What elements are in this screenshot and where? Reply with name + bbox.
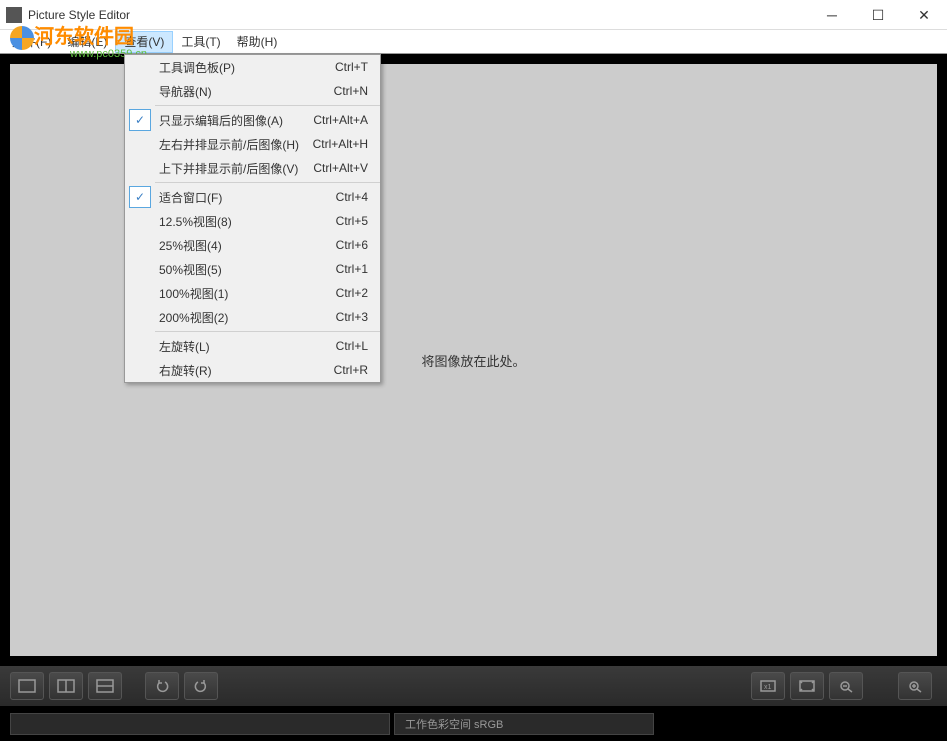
menu-item-shortcut: Ctrl+Alt+H — [313, 137, 368, 151]
menu-item-label: 适合窗口(F) — [159, 189, 222, 206]
check-icon: ✓ — [129, 109, 151, 131]
menu-item-3[interactable]: ✓ 只显示编辑后的图像(A) Ctrl+Alt+A — [125, 108, 380, 132]
zoom-in-button[interactable] — [898, 672, 932, 700]
menu-file[interactable]: 文件(F) — [4, 31, 59, 53]
maximize-button[interactable]: ☐ — [855, 0, 901, 30]
menu-separator — [155, 105, 380, 106]
menu-item-shortcut: Ctrl+1 — [336, 262, 368, 276]
menubar: 文件(F) 编辑(E) 查看(V) 工具(T) 帮助(H) — [0, 30, 947, 54]
menu-tools[interactable]: 工具(T) — [173, 31, 228, 53]
menu-item-label: 导航器(N) — [159, 83, 212, 100]
menu-item-label: 只显示编辑后的图像(A) — [159, 112, 283, 129]
menu-help[interactable]: 帮助(H) — [229, 31, 286, 53]
menu-separator — [155, 182, 380, 183]
menu-item-15[interactable]: 右旋转(R) Ctrl+R — [125, 358, 380, 382]
menu-item-shortcut: Ctrl+5 — [336, 214, 368, 228]
svg-text:x1: x1 — [764, 684, 772, 691]
menu-item-shortcut: Ctrl+T — [335, 60, 368, 74]
close-button[interactable]: ✕ — [901, 0, 947, 30]
zoom-out-button[interactable] — [829, 672, 863, 700]
menu-item-shortcut: Ctrl+Alt+V — [313, 161, 368, 175]
menu-item-label: 25%视图(4) — [159, 237, 222, 254]
menu-item-shortcut: Ctrl+3 — [336, 310, 368, 324]
menu-item-shortcut: Ctrl+N — [334, 84, 368, 98]
menu-item-label: 工具调色板(P) — [159, 59, 235, 76]
app-icon — [6, 7, 22, 23]
view-split-horizontal-button[interactable] — [49, 672, 83, 700]
menu-item-label: 12.5%视图(8) — [159, 213, 232, 230]
menu-item-5[interactable]: 上下并排显示前/后图像(V) Ctrl+Alt+V — [125, 156, 380, 180]
menu-item-8[interactable]: 12.5%视图(8) Ctrl+5 — [125, 209, 380, 233]
menu-item-shortcut: Ctrl+6 — [336, 238, 368, 252]
menu-item-9[interactable]: 25%视图(4) Ctrl+6 — [125, 233, 380, 257]
menu-edit[interactable]: 编辑(E) — [59, 31, 115, 53]
menu-separator — [155, 331, 380, 332]
rotate-left-button[interactable] — [145, 672, 179, 700]
statusbar: 工作色彩空间 sRGB — [0, 706, 947, 741]
menu-item-0[interactable]: 工具调色板(P) Ctrl+T — [125, 55, 380, 79]
window-controls: ─ ☐ ✕ — [809, 0, 947, 30]
menu-item-10[interactable]: 50%视图(5) Ctrl+1 — [125, 257, 380, 281]
menu-item-12[interactable]: 200%视图(2) Ctrl+3 — [125, 305, 380, 329]
canvas-placeholder: 将图像放在此处。 — [421, 351, 525, 370]
menu-item-shortcut: Ctrl+4 — [336, 190, 368, 204]
view-split-vertical-button[interactable] — [88, 672, 122, 700]
view-menu-dropdown: 工具调色板(P) Ctrl+T 导航器(N) Ctrl+N ✓ 只显示编辑后的图像(A) C… — [124, 54, 381, 383]
status-left — [10, 713, 390, 735]
menu-item-shortcut: Ctrl+L — [336, 339, 368, 353]
menu-item-label: 右旋转(R) — [159, 362, 212, 379]
check-icon: ✓ — [129, 186, 151, 208]
view-single-button[interactable] — [10, 672, 44, 700]
rotate-right-button[interactable] — [184, 672, 218, 700]
status-colorspace: 工作色彩空间 sRGB — [394, 713, 654, 735]
zoom-fit-button[interactable] — [790, 672, 824, 700]
menu-item-shortcut: Ctrl+2 — [336, 286, 368, 300]
menu-item-shortcut: Ctrl+Alt+A — [313, 113, 368, 127]
bottom-toolbar: x1 — [0, 666, 947, 706]
menu-view[interactable]: 查看(V) — [115, 31, 173, 53]
menu-item-label: 左右并排显示前/后图像(H) — [159, 136, 299, 153]
menu-item-label: 50%视图(5) — [159, 261, 222, 278]
minimize-button[interactable]: ─ — [809, 0, 855, 30]
zoom-actual-button[interactable]: x1 — [751, 672, 785, 700]
menu-item-11[interactable]: 100%视图(1) Ctrl+2 — [125, 281, 380, 305]
menu-item-14[interactable]: 左旋转(L) Ctrl+L — [125, 334, 380, 358]
menu-item-label: 200%视图(2) — [159, 309, 228, 326]
titlebar: Picture Style Editor ─ ☐ ✕ — [0, 0, 947, 30]
menu-item-7[interactable]: ✓ 适合窗口(F) Ctrl+4 — [125, 185, 380, 209]
menu-item-shortcut: Ctrl+R — [334, 363, 368, 377]
window-title: Picture Style Editor — [28, 8, 130, 22]
menu-item-4[interactable]: 左右并排显示前/后图像(H) Ctrl+Alt+H — [125, 132, 380, 156]
menu-item-label: 上下并排显示前/后图像(V) — [159, 160, 298, 177]
menu-item-label: 100%视图(1) — [159, 285, 228, 302]
menu-item-1[interactable]: 导航器(N) Ctrl+N — [125, 79, 380, 103]
menu-item-label: 左旋转(L) — [159, 338, 210, 355]
